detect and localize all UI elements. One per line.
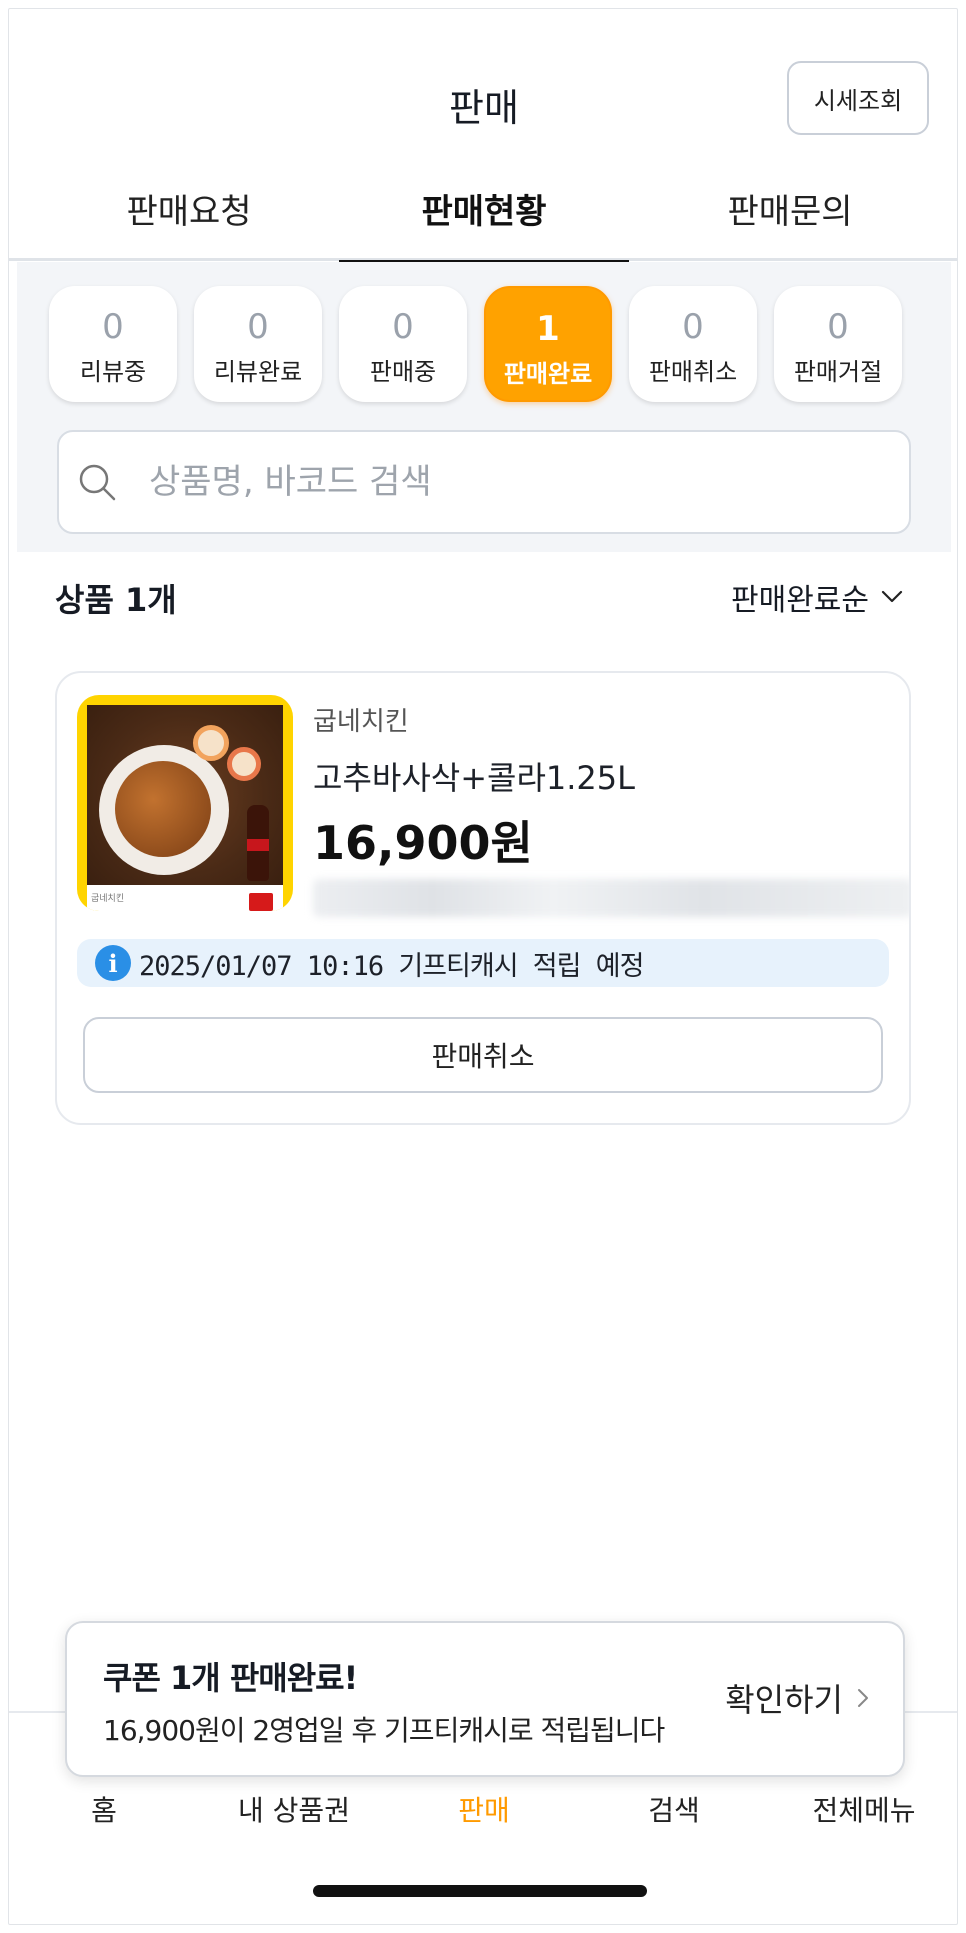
search-input[interactable] (149, 456, 849, 508)
sort-dropdown[interactable]: 판매완료순 (731, 575, 903, 619)
status-count: 1 (536, 309, 560, 349)
sort-label: 판매완료순 (731, 583, 869, 618)
status-count: 0 (827, 307, 849, 347)
tab-sale-inquiry[interactable]: 판매문의 (645, 189, 935, 261)
header: 판매 시세조회 (9, 9, 957, 189)
status-chip-reviewing[interactable]: 0 리뷰중 (49, 286, 177, 402)
product-price: 16,900원 (313, 816, 533, 870)
product-name: 고추바사삭+콜라1.25L (313, 759, 635, 797)
cancel-sale-button[interactable]: 판매취소 (83, 1017, 883, 1093)
status-chip-canceled[interactable]: 0 판매취소 (629, 286, 757, 402)
chevron-down-icon (881, 590, 903, 603)
tab-sale-status[interactable]: 판매현황 (339, 189, 629, 265)
status-count: 0 (247, 307, 269, 347)
status-chip-review-done[interactable]: 0 리뷰완료 (194, 286, 322, 402)
toast-message: 16,900원이 2영업일 후 기프티캐시로 적립됩니다 (103, 1714, 665, 1747)
product-image: 굽네치킨 (77, 695, 293, 911)
info-icon: i (95, 945, 131, 981)
product-brand: 굽네치킨 (313, 707, 409, 737)
blurred-details (313, 879, 909, 917)
status-chip-on-sale[interactable]: 0 판매중 (339, 286, 467, 402)
toast-title: 쿠폰 1개 판매완료! (103, 1659, 358, 1697)
search-box (57, 430, 911, 534)
status-chip-rejected[interactable]: 0 판매거절 (774, 286, 902, 402)
nav-all-menu[interactable]: 전체메뉴 (779, 1789, 949, 1829)
search-icon (79, 464, 116, 501)
tab-sale-request[interactable]: 판매요청 (44, 189, 334, 261)
nav-my-vouchers[interactable]: 내 상품권 (209, 1789, 379, 1829)
toast-confirm-button[interactable]: 확인하기 (725, 1675, 869, 1721)
status-count: 0 (392, 307, 414, 347)
status-filter-area: 0 리뷰중 0 리뷰완료 0 판매중 1 판매완료 0 판매취소 0 판매거절 (17, 262, 951, 552)
nav-home[interactable]: 홈 (19, 1789, 189, 1829)
status-count: 0 (682, 307, 704, 347)
app-screen: 판매 시세조회 판매요청 판매현황 판매문의 0 리뷰중 0 리뷰완료 0 판매… (8, 8, 958, 1925)
toast-confirm-label: 확인하기 (725, 1681, 843, 1719)
chevron-right-icon (858, 1689, 868, 1707)
status-label: 판매거절 (793, 358, 883, 386)
info-banner: i 2025/01/07 10:16 기프티캐시 적립 예정 (77, 939, 889, 987)
status-count: 0 (102, 307, 124, 347)
home-indicator (313, 1885, 647, 1897)
image-brand-text: 굽네치킨 (91, 894, 125, 904)
nav-sell[interactable]: 판매 (399, 1789, 569, 1829)
status-label: 리뷰중 (79, 358, 147, 386)
product-card[interactable]: 굽네치킨 굽네치킨 고추바사삭+콜라1.25L 16,900원 i 2025/0… (55, 671, 911, 1125)
sale-complete-toast: 쿠폰 1개 판매완료! 16,900원이 2영업일 후 기프티캐시로 적립됩니다… (65, 1621, 905, 1777)
status-label: 판매완료 (503, 360, 593, 388)
price-check-button[interactable]: 시세조회 (787, 61, 929, 135)
status-chip-sold[interactable]: 1 판매완료 (484, 286, 612, 402)
info-text: 2025/01/07 10:16 기프티캐시 적립 예정 (139, 950, 644, 982)
tab-bar: 판매요청 판매현황 판매문의 (9, 189, 957, 265)
nav-search[interactable]: 검색 (589, 1789, 759, 1829)
status-label: 판매취소 (648, 358, 738, 386)
status-label: 판매중 (369, 358, 437, 386)
product-count: 상품 1개 (55, 581, 177, 619)
status-label: 리뷰완료 (213, 358, 303, 386)
